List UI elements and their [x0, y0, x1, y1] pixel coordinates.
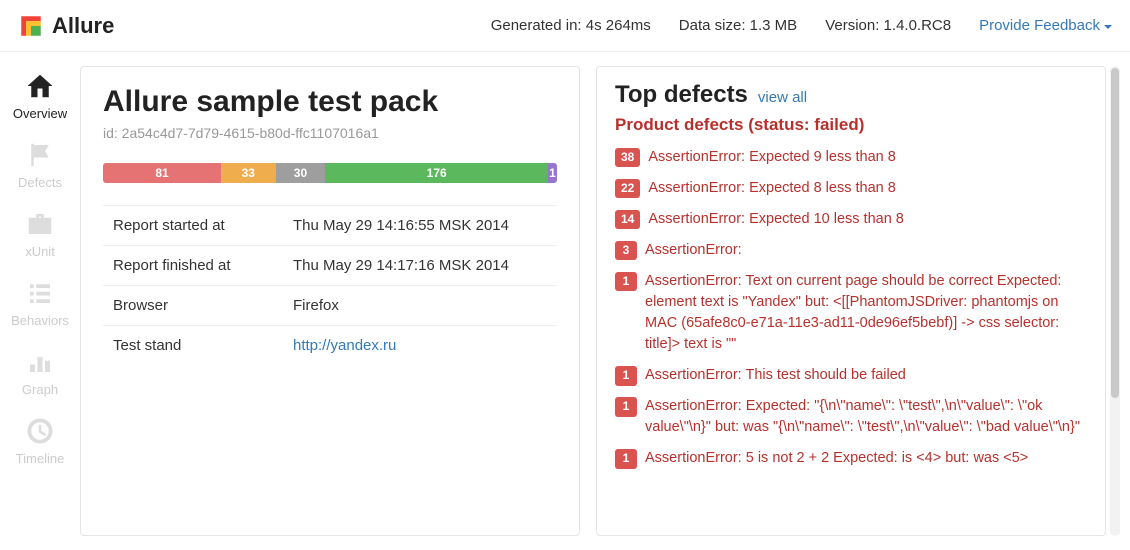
test-stand-link[interactable]: http://yandex.ru — [293, 337, 396, 354]
defect-message: AssertionError: Expected 8 less than 8 — [648, 178, 1087, 199]
provide-feedback-label: Provide Feedback — [979, 17, 1100, 34]
info-row: BrowserFirefox — [103, 286, 557, 326]
nav-label: Graph — [22, 382, 58, 397]
info-table: Report started atThu May 29 14:16:55 MSK… — [103, 205, 557, 365]
clock-icon — [24, 415, 56, 447]
defect-count-badge: 22 — [615, 179, 640, 198]
info-row: Test stand http://yandex.ru — [103, 326, 557, 366]
defects-list: 38 AssertionError: Expected 9 less than 8… — [615, 147, 1087, 469]
nav-label: Overview — [13, 106, 67, 121]
header-right: Generated in: 4s 264ms Data size: 1.3 MB… — [491, 17, 1112, 34]
chevron-down-icon — [1104, 25, 1112, 29]
status-bar[interactable]: 8133301761 — [103, 163, 557, 183]
defects-title: Top defects — [615, 81, 748, 109]
defect-row[interactable]: 1 AssertionError: This test should be fai… — [615, 365, 1087, 386]
brand-text: Allure — [52, 13, 114, 39]
nav-overview[interactable]: Overview — [5, 66, 75, 125]
nav-behaviors[interactable]: Behaviors — [5, 273, 75, 332]
info-key: Report started at — [103, 206, 283, 246]
info-value: Thu May 29 14:16:55 MSK 2014 — [283, 206, 557, 246]
nav-label: Defects — [18, 175, 62, 190]
defect-count-badge: 1 — [615, 397, 637, 416]
provide-feedback-link[interactable]: Provide Feedback — [979, 17, 1112, 34]
defect-count-badge: 38 — [615, 148, 640, 167]
nav-label: xUnit — [25, 244, 55, 259]
defect-row[interactable]: 38 AssertionError: Expected 9 less than 8 — [615, 147, 1087, 168]
status-segment[interactable]: 1 — [548, 163, 557, 183]
nav-graph[interactable]: Graph — [5, 342, 75, 401]
status-segment[interactable]: 33 — [221, 163, 275, 183]
sidebar: Overview Defects xUnit Behaviors Graph — [0, 52, 80, 550]
defect-message: AssertionError: Expected 9 less than 8 — [648, 147, 1087, 168]
app-header: Allure Generated in: 4s 264ms Data size:… — [0, 0, 1130, 52]
nav-label: Behaviors — [11, 313, 69, 328]
info-key: Report finished at — [103, 246, 283, 286]
scrollbar[interactable] — [1110, 66, 1120, 536]
allure-logo-icon — [18, 13, 44, 39]
bar-chart-icon — [24, 346, 56, 378]
data-size: Data size: 1.3 MB — [679, 17, 797, 34]
defects-header: Top defects view all — [615, 81, 1087, 109]
defect-row[interactable]: 14 AssertionError: Expected 10 less than … — [615, 209, 1087, 230]
version: Version: 1.4.0.RC8 — [825, 17, 951, 34]
nav-label: Timeline — [16, 451, 65, 466]
defect-row[interactable]: 3 AssertionError: — [615, 240, 1087, 261]
info-row: Report finished atThu May 29 14:17:16 MS… — [103, 246, 557, 286]
page-title: Allure sample test pack — [103, 85, 557, 119]
overview-panel: Allure sample test pack id: 2a54c4d7-7d7… — [80, 66, 580, 536]
info-value: Firefox — [283, 286, 557, 326]
scrollbar-thumb[interactable] — [1111, 68, 1119, 398]
layout: Overview Defects xUnit Behaviors Graph — [0, 52, 1130, 550]
defect-count-badge: 1 — [615, 449, 637, 468]
briefcase-icon — [24, 208, 56, 240]
defect-message: AssertionError: 5 is not 2 + 2 Expected:… — [645, 448, 1087, 469]
brand-wrap: Allure — [18, 13, 114, 39]
defect-message: AssertionError: This test should be fail… — [645, 365, 1087, 386]
status-segment[interactable]: 176 — [325, 163, 547, 183]
status-segment[interactable]: 81 — [103, 163, 221, 183]
defect-message: AssertionError: — [645, 240, 1087, 261]
defect-message: AssertionError: Expected 10 less than 8 — [648, 209, 1087, 230]
nav-xunit[interactable]: xUnit — [5, 204, 75, 263]
defect-message: AssertionError: Expected: "{\n\"name\": … — [645, 396, 1087, 438]
info-value: Thu May 29 14:17:16 MSK 2014 — [283, 246, 557, 286]
info-row: Report started atThu May 29 14:16:55 MSK… — [103, 206, 557, 246]
nav-timeline[interactable]: Timeline — [5, 411, 75, 470]
info-value: http://yandex.ru — [283, 326, 557, 366]
defect-count-badge: 1 — [615, 366, 637, 385]
info-key: Test stand — [103, 326, 283, 366]
status-segment[interactable]: 30 — [276, 163, 326, 183]
defects-panel: Top defects view all Product defects (st… — [596, 66, 1106, 536]
defect-count-badge: 14 — [615, 210, 640, 229]
defect-count-badge: 1 — [615, 272, 637, 291]
defect-row[interactable]: 1 AssertionError: Expected: "{\n\"name\":… — [615, 396, 1087, 438]
nav-defects[interactable]: Defects — [5, 135, 75, 194]
home-icon — [24, 70, 56, 102]
defect-row[interactable]: 1 AssertionError: Text on current page sh… — [615, 271, 1087, 355]
defect-message: AssertionError: Text on current page sho… — [645, 271, 1087, 355]
flag-icon — [24, 139, 56, 171]
page-id: id: 2a54c4d7-7d79-4615-b80d-ffc1107016a1 — [103, 125, 557, 141]
info-key: Browser — [103, 286, 283, 326]
defects-subtitle: Product defects (status: failed) — [615, 115, 1087, 135]
generated-in: Generated in: 4s 264ms — [491, 17, 651, 34]
view-all-link[interactable]: view all — [758, 89, 807, 106]
content: Allure sample test pack id: 2a54c4d7-7d7… — [80, 52, 1130, 550]
defect-row[interactable]: 1 AssertionError: 5 is not 2 + 2 Expected… — [615, 448, 1087, 469]
defect-count-badge: 3 — [615, 241, 637, 260]
defect-row[interactable]: 22 AssertionError: Expected 8 less than 8 — [615, 178, 1087, 199]
list-icon — [24, 277, 56, 309]
